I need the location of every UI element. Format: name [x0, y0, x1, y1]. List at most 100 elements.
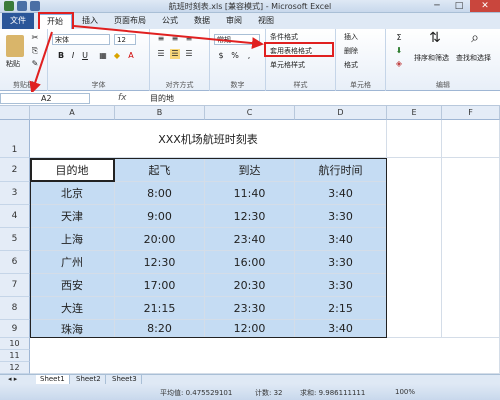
cell-styles-button[interactable]: 单元格样式	[270, 60, 305, 70]
cell-destination[interactable]: 天津	[30, 205, 115, 228]
header-cell-arrival[interactable]: 到达	[205, 158, 295, 182]
save-icon[interactable]	[17, 1, 27, 11]
currency-button[interactable]: $	[216, 51, 226, 61]
font-name-select[interactable]: 宋体	[52, 34, 110, 45]
cell-departure[interactable]: 8:20	[115, 320, 205, 338]
minimize-button[interactable]: ─	[426, 0, 448, 12]
font-color-button[interactable]: A	[126, 51, 136, 61]
row-header-5[interactable]: 5	[0, 228, 30, 251]
format-button[interactable]: 格式	[344, 60, 358, 70]
paste-button[interactable]: 粘贴	[6, 59, 20, 69]
tab-view[interactable]: 视图	[250, 13, 282, 29]
table-title-cell[interactable]: XXX机场航班时刻表	[30, 120, 387, 158]
cell-duration[interactable]: 3:40	[295, 182, 387, 205]
tab-file[interactable]: 文件	[2, 13, 34, 29]
clear-icon[interactable]: ◈	[394, 59, 404, 69]
undo-icon[interactable]	[30, 1, 40, 11]
column-header-d[interactable]: D	[295, 106, 387, 120]
comma-button[interactable]: ,	[244, 51, 254, 61]
row-header-7[interactable]: 7	[0, 274, 30, 297]
format-painter-icon[interactable]: ✎	[30, 59, 40, 69]
row-header-3[interactable]: 3	[0, 182, 30, 205]
cell-departure[interactable]: 21:15	[115, 297, 205, 320]
cut-icon[interactable]: ✂	[30, 33, 40, 43]
restore-button[interactable]: □	[448, 0, 470, 12]
cell-destination[interactable]: 大连	[30, 297, 115, 320]
find-select-icon[interactable]: ⌕	[466, 31, 484, 51]
cell-arrival[interactable]: 23:30	[205, 297, 295, 320]
row-header-6[interactable]: 6	[0, 251, 30, 274]
column-header-e[interactable]: E	[387, 106, 442, 120]
cell-duration[interactable]: 3:30	[295, 274, 387, 297]
cell-destination[interactable]: 珠海	[30, 320, 115, 338]
align-left-icon[interactable]: ☰	[156, 49, 166, 59]
italic-button[interactable]: I	[68, 51, 78, 61]
formula-input[interactable]: 目的地	[150, 93, 174, 104]
copy-icon[interactable]: ⎘	[30, 46, 40, 56]
sort-filter-button[interactable]: 排序和筛选	[414, 53, 449, 63]
tab-insert[interactable]: 插入	[74, 13, 106, 29]
header-cell-departure[interactable]: 起飞	[115, 158, 205, 182]
find-select-button[interactable]: 查找和选择	[456, 53, 491, 63]
sort-filter-icon[interactable]: ⇅	[426, 31, 444, 51]
cell-departure[interactable]: 20:00	[115, 228, 205, 251]
cell-duration[interactable]: 3:30	[295, 205, 387, 228]
empty-cell[interactable]	[387, 120, 442, 158]
column-header-f[interactable]: F	[442, 106, 500, 120]
number-format-select[interactable]: 常规	[214, 34, 260, 45]
delete-button[interactable]: 删除	[344, 46, 358, 56]
tab-data[interactable]: 数据	[186, 13, 218, 29]
row-header-12[interactable]: 12	[0, 362, 30, 374]
empty-rows-area[interactable]	[30, 338, 500, 374]
conditional-format-button[interactable]: 条件格式	[270, 32, 298, 42]
bold-button[interactable]: B	[56, 51, 66, 61]
cell-departure[interactable]: 12:30	[115, 251, 205, 274]
row-header-11[interactable]: 11	[0, 350, 30, 362]
cell-duration[interactable]: 3:40	[295, 228, 387, 251]
cell-arrival[interactable]: 23:40	[205, 228, 295, 251]
row-header-8[interactable]: 8	[0, 297, 30, 320]
column-header-b[interactable]: B	[115, 106, 205, 120]
cell-duration[interactable]: 3:40	[295, 320, 387, 338]
align-center-icon[interactable]: ☰	[170, 49, 180, 59]
align-right-icon[interactable]: ☰	[184, 49, 194, 59]
empty-column-f[interactable]	[442, 158, 500, 338]
border-icon[interactable]: ▦	[98, 51, 108, 61]
tab-review[interactable]: 审阅	[218, 13, 250, 29]
name-box[interactable]: A2	[0, 93, 90, 104]
row-header-2[interactable]: 2	[0, 158, 30, 182]
tab-formulas[interactable]: 公式	[154, 13, 186, 29]
percent-button[interactable]: %	[230, 51, 240, 61]
fill-color-icon[interactable]: ◆	[112, 51, 122, 61]
row-header-1[interactable]: 1	[0, 120, 30, 158]
cell-arrival[interactable]: 12:30	[205, 205, 295, 228]
align-middle-icon[interactable]: ≡	[170, 34, 180, 44]
select-all-corner[interactable]	[0, 106, 30, 120]
align-top-icon[interactable]: ≡	[156, 34, 166, 44]
cell-arrival[interactable]: 11:40	[205, 182, 295, 205]
column-header-a[interactable]: A	[30, 106, 115, 120]
header-cell-duration[interactable]: 航行时间	[295, 158, 387, 182]
cell-destination[interactable]: 西安	[30, 274, 115, 297]
row-header-4[interactable]: 4	[0, 205, 30, 228]
font-size-select[interactable]: 12	[114, 34, 136, 45]
cell-destination[interactable]: 广州	[30, 251, 115, 274]
cell-departure[interactable]: 8:00	[115, 182, 205, 205]
paste-icon[interactable]	[6, 35, 24, 57]
fill-icon[interactable]: ⬇	[394, 46, 404, 56]
row-header-9[interactable]: 9	[0, 320, 30, 338]
close-button[interactable]: ✕	[470, 0, 500, 12]
cell-arrival[interactable]: 20:30	[205, 274, 295, 297]
insert-button[interactable]: 插入	[344, 32, 358, 42]
tab-page-layout[interactable]: 页面布局	[106, 13, 154, 29]
align-bottom-icon[interactable]: ≡	[184, 34, 194, 44]
cell-departure[interactable]: 9:00	[115, 205, 205, 228]
cell-destination[interactable]: 北京	[30, 182, 115, 205]
cell-arrival[interactable]: 12:00	[205, 320, 295, 338]
cell-departure[interactable]: 17:00	[115, 274, 205, 297]
underline-button[interactable]: U	[80, 51, 90, 61]
empty-column-e[interactable]	[387, 158, 442, 338]
fx-icon[interactable]: fx	[118, 93, 127, 103]
autosum-button[interactable]: Σ	[394, 33, 404, 43]
cell-arrival[interactable]: 16:00	[205, 251, 295, 274]
